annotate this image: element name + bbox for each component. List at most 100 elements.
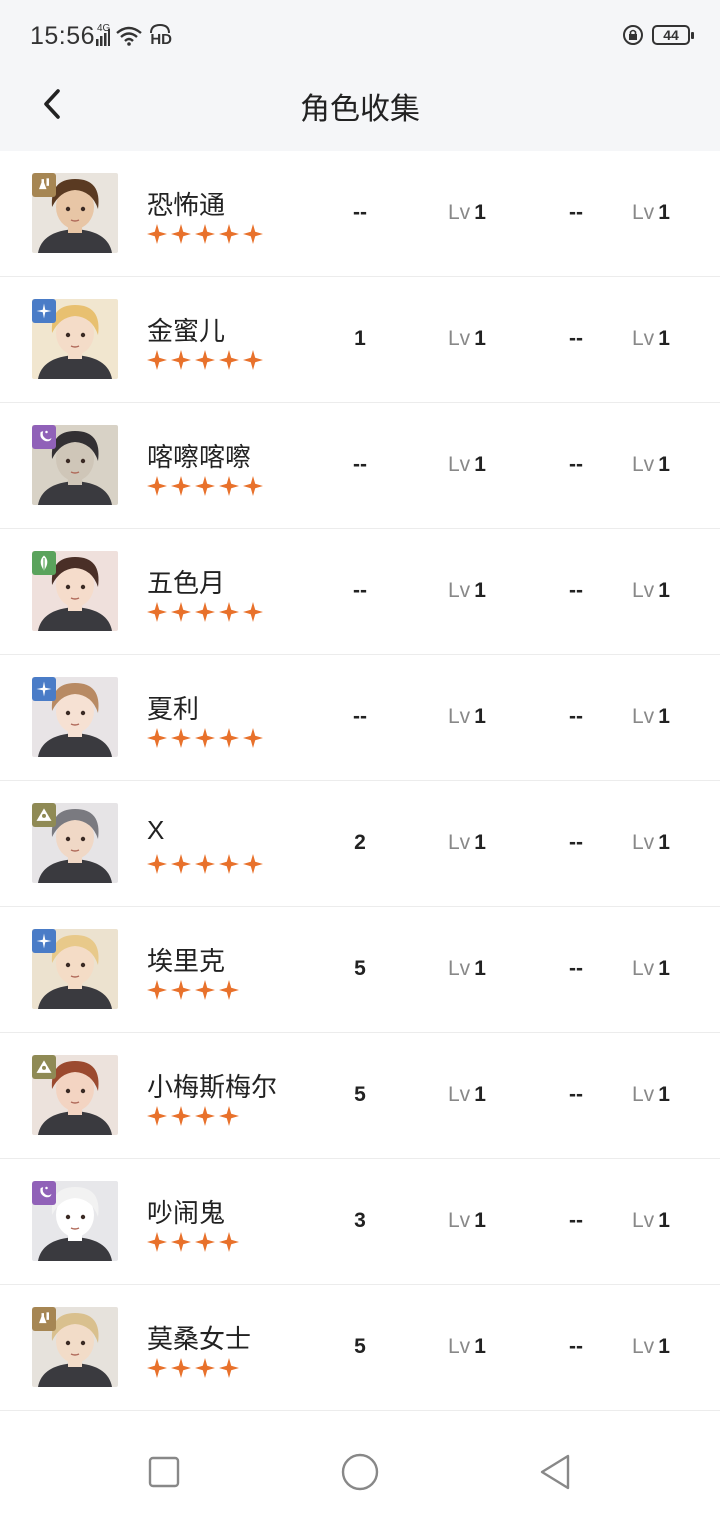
level-label: Lv [448,1335,471,1358]
star-icon [194,601,216,623]
level-value: 1 [474,831,486,854]
square-icon[interactable] [144,1452,184,1492]
character-row[interactable]: 金蜜儿 1 Lv 1 -- Lv 1 [0,277,720,403]
level-indicator-1: Lv 1 [448,1209,486,1233]
level-indicator-2: Lv 1 [632,1335,670,1359]
star-rating [146,979,240,1001]
character-row[interactable]: 埃里克 5 Lv 1 -- Lv 1 [0,907,720,1033]
level-label: Lv [632,705,655,728]
level-indicator-1: Lv 1 [448,579,486,603]
level-label: Lv [448,579,471,602]
stat-value-1: -- [353,453,367,476]
circle-icon[interactable] [339,1451,381,1493]
triangle-back-icon[interactable] [536,1452,576,1492]
triangle-icon [32,1055,56,1079]
level-label: Lv [448,201,471,224]
level-value: 1 [474,201,486,224]
star-icon [146,601,168,623]
level-indicator-2: Lv 1 [632,705,670,729]
character-name: 小梅斯梅尔 [147,1072,278,1102]
star-icon [170,1105,192,1127]
star-icon [170,223,192,245]
character-row[interactable]: 五色月 -- Lv 1 -- Lv 1 [0,529,720,655]
stat-value-2: -- [569,705,583,728]
character-name: 金蜜儿 [147,316,226,346]
level-indicator-2: Lv 1 [632,1209,670,1233]
star-icon [218,727,240,749]
system-nav-bar [0,1414,720,1520]
sparkle-icon [32,929,56,953]
triangle-icon [32,803,56,827]
star-icon [242,349,264,371]
character-name: 埃里克 [147,946,226,976]
stat-value-2: -- [569,1083,583,1106]
star-icon [170,475,192,497]
star-icon [242,223,264,245]
character-row[interactable]: 小梅斯梅尔 5 Lv 1 -- Lv 1 [0,1033,720,1159]
level-label: Lv [448,453,471,476]
level-value: 1 [474,1083,486,1106]
stat-value-2: -- [569,579,583,602]
status-icons-left: 4G HD [96,24,172,48]
star-icon [218,1105,240,1127]
star-icon [218,601,240,623]
star-icon [146,475,168,497]
star-rating [146,853,264,875]
character-name: X [147,815,165,845]
star-icon [146,1105,168,1127]
sparkle-icon [32,299,56,323]
character-name: 五色月 [147,568,226,598]
level-label: Lv [448,327,471,350]
star-icon [218,1231,240,1253]
level-label: Lv [632,1209,655,1232]
level-indicator-1: Lv 1 [448,957,486,981]
star-icon [170,853,192,875]
star-icon [170,979,192,1001]
character-row[interactable]: 恐怖通 -- Lv 1 -- Lv 1 [0,151,720,277]
stat-value-2: -- [569,327,583,350]
star-icon [194,853,216,875]
stat-value-1: 2 [354,831,366,854]
level-value: 1 [658,1335,670,1358]
level-label: Lv [632,1083,655,1106]
level-label: Lv [632,1335,655,1358]
star-icon [218,1357,240,1379]
star-rating [146,601,264,623]
nav-bar: 角色收集 [0,72,720,151]
star-icon [194,727,216,749]
character-name: 莫桑女士 [147,1324,252,1354]
level-value: 1 [474,957,486,980]
star-icon [242,853,264,875]
character-row[interactable]: 喀嚓喀嚓 -- Lv 1 -- Lv 1 [0,403,720,529]
star-icon [194,979,216,1001]
level-value: 1 [658,1083,670,1106]
beaker-icon [32,173,56,197]
stat-value-1: 5 [354,957,366,980]
level-indicator-1: Lv 1 [448,831,486,855]
star-icon [218,349,240,371]
character-row[interactable]: 莫桑女士 5 Lv 1 -- Lv 1 [0,1285,720,1411]
level-value: 1 [474,705,486,728]
character-row[interactable]: 吵闹鬼 3 Lv 1 -- Lv 1 [0,1159,720,1285]
level-indicator-1: Lv 1 [448,705,486,729]
level-label: Lv [632,201,655,224]
star-rating [146,223,264,245]
level-value: 1 [474,1335,486,1358]
star-icon [170,1231,192,1253]
character-name: 喀嚓喀嚓 [147,442,252,472]
stat-value-1: -- [353,705,367,728]
level-label: Lv [448,1083,471,1106]
level-value: 1 [658,453,670,476]
level-indicator-1: Lv 1 [448,327,486,351]
battery-level: 44 [663,27,679,43]
stat-value-1: 3 [354,1209,366,1232]
character-row[interactable]: X 2 Lv 1 -- Lv 1 [0,781,720,907]
star-icon [218,223,240,245]
star-icon [146,979,168,1001]
level-indicator-2: Lv 1 [632,1083,670,1107]
level-indicator-1: Lv 1 [448,201,486,225]
level-indicator-2: Lv 1 [632,579,670,603]
beaker-icon [32,1307,56,1331]
moon-icon [32,1181,56,1205]
character-row[interactable]: 夏利 -- Lv 1 -- Lv 1 [0,655,720,781]
